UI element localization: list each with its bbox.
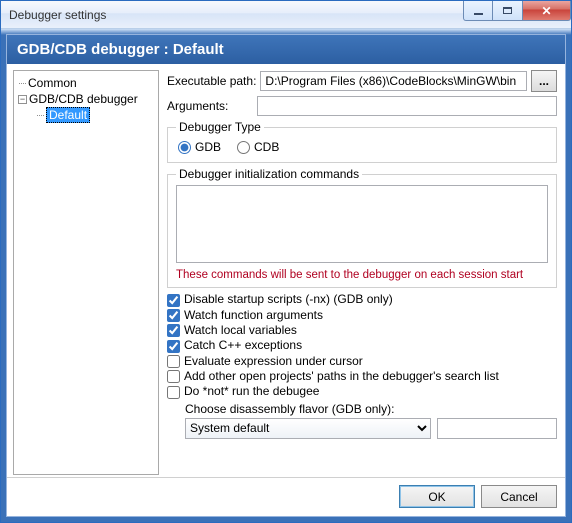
window-controls: ✕ [463, 1, 571, 21]
init-commands-group: Debugger initialization commands These c… [167, 167, 557, 288]
tree-collapse-icon[interactable]: − [18, 95, 27, 104]
section-title: GDB/CDB debugger : Default [7, 35, 565, 64]
tree-dots-icon: ···· [36, 110, 44, 120]
radio-cdb-input[interactable] [237, 141, 250, 154]
chk-watch-locals[interactable]: Watch local variables [167, 323, 557, 337]
init-commands-warning: These commands will be sent to the debug… [176, 269, 548, 281]
minimize-button[interactable] [463, 1, 493, 21]
disasm-label: Choose disassembly flavor (GDB only): [185, 402, 557, 416]
chk-catch-cpp[interactable]: Catch C++ exceptions [167, 338, 557, 352]
cancel-button[interactable]: Cancel [481, 485, 557, 508]
tree-label: GDB/CDB debugger [29, 92, 138, 106]
options-checklist: Disable startup scripts (-nx) (GDB only)… [167, 292, 557, 438]
arguments-row: Arguments: [167, 96, 557, 116]
tree-item-default[interactable]: ···· Default [16, 107, 156, 123]
minimize-icon [474, 13, 483, 15]
tree-label-selected: Default [46, 107, 90, 123]
exec-path-row: Executable path: ... [167, 70, 557, 92]
debugger-type-legend: Debugger Type [176, 120, 264, 134]
exec-path-input[interactable] [260, 71, 527, 91]
tree-item-common[interactable]: ···· Common [16, 75, 156, 91]
content: ···· Common − GDB/CDB debugger ···· Defa… [7, 64, 565, 477]
disasm-extra-input[interactable] [437, 418, 557, 439]
radio-cdb[interactable]: CDB [237, 140, 279, 154]
disasm-row: Choose disassembly flavor (GDB only): Sy… [185, 402, 557, 439]
debugger-type-radios: GDB CDB [176, 138, 548, 156]
chk-eval-cursor[interactable]: Evaluate expression under cursor [167, 354, 557, 368]
chk-disable-startup[interactable]: Disable startup scripts (-nx) (GDB only) [167, 292, 557, 306]
window-title: Debugger settings [9, 8, 106, 22]
settings-tree[interactable]: ···· Common − GDB/CDB debugger ···· Defa… [13, 70, 159, 475]
dialog-footer: OK Cancel [7, 477, 565, 515]
radio-gdb[interactable]: GDB [178, 140, 221, 154]
init-commands-textarea[interactable] [176, 185, 548, 263]
init-commands-legend: Debugger initialization commands [176, 167, 362, 181]
tree-dots-icon: ···· [18, 78, 26, 88]
close-icon: ✕ [541, 4, 551, 18]
tree-label: Common [28, 76, 77, 90]
chk-no-run[interactable]: Do *not* run the debugee [167, 384, 557, 398]
window: Debugger settings ✕ GDB/CDB debugger : D… [0, 0, 572, 523]
disasm-select[interactable]: System default [185, 418, 431, 439]
ok-button[interactable]: OK [399, 485, 475, 508]
body-inner: GDB/CDB debugger : Default ···· Common −… [6, 34, 566, 517]
browse-button[interactable]: ... [531, 70, 557, 92]
debugger-type-group: Debugger Type GDB CDB [167, 120, 557, 163]
tree-item-gdbcdb[interactable]: − GDB/CDB debugger [16, 91, 156, 107]
maximize-button[interactable] [493, 1, 523, 21]
titlebar[interactable]: Debugger settings ✕ [1, 1, 571, 29]
close-button[interactable]: ✕ [523, 1, 571, 21]
chk-add-paths[interactable]: Add other open projects' paths in the de… [167, 369, 557, 383]
body-frame: GDB/CDB debugger : Default ···· Common −… [1, 29, 571, 522]
chk-watch-args[interactable]: Watch function arguments [167, 308, 557, 322]
maximize-icon [503, 7, 512, 14]
radio-gdb-input[interactable] [178, 141, 191, 154]
settings-form: Executable path: ... Arguments: Debugger… [163, 64, 565, 477]
arguments-input[interactable] [257, 96, 557, 116]
arguments-label: Arguments: [167, 99, 253, 113]
exec-path-label: Executable path: [167, 74, 256, 88]
